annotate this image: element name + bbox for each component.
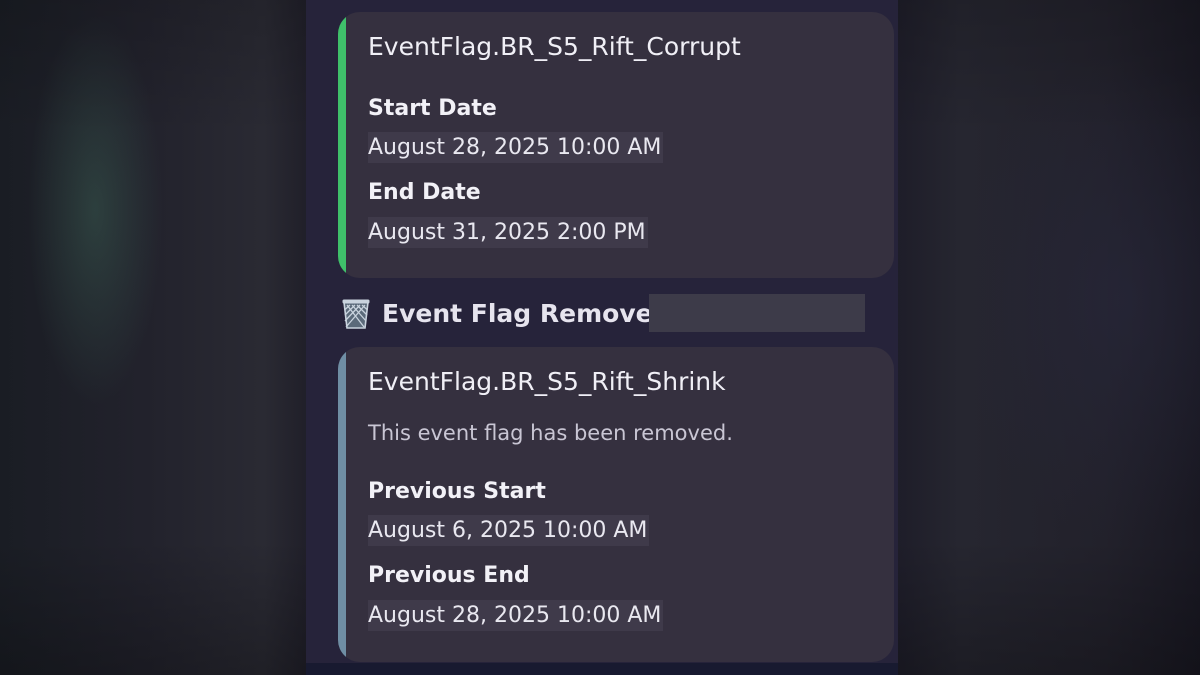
field-label-previous-end: Previous End	[368, 563, 530, 588]
wastebasket-icon	[342, 299, 370, 329]
redacted-timestamp	[649, 294, 865, 332]
embed-accent-bar	[338, 347, 346, 662]
embed-description: This event flag has been removed.	[368, 421, 733, 445]
event-flag-embed-shrink: EventFlag.BR_S5_Rift_Shrink This event f…	[338, 347, 894, 662]
embed-title: EventFlag.BR_S5_Rift_Shrink	[368, 367, 726, 396]
field-value-previous-start: August 6, 2025 10:00 AM	[368, 515, 650, 546]
embed-accent-bar	[338, 12, 346, 278]
embed-title: EventFlag.BR_S5_Rift_Corrupt	[368, 32, 741, 61]
field-value-start-date: August 28, 2025 10:00 AM	[368, 132, 664, 163]
field-label-end-date: End Date	[368, 180, 481, 205]
field-label-previous-start: Previous Start	[368, 479, 546, 504]
field-value-end-date: August 31, 2025 2:00 PM	[368, 217, 648, 248]
event-flag-embed-corrupt: EventFlag.BR_S5_Rift_Corrupt Start Date …	[338, 12, 894, 278]
field-value-previous-end: August 28, 2025 10:00 AM	[368, 600, 664, 631]
field-label-start-date: Start Date	[368, 96, 497, 121]
event-flag-removed-header: Event Flag Removed	[338, 293, 670, 333]
section-heading: Event Flag Removed	[382, 298, 671, 328]
